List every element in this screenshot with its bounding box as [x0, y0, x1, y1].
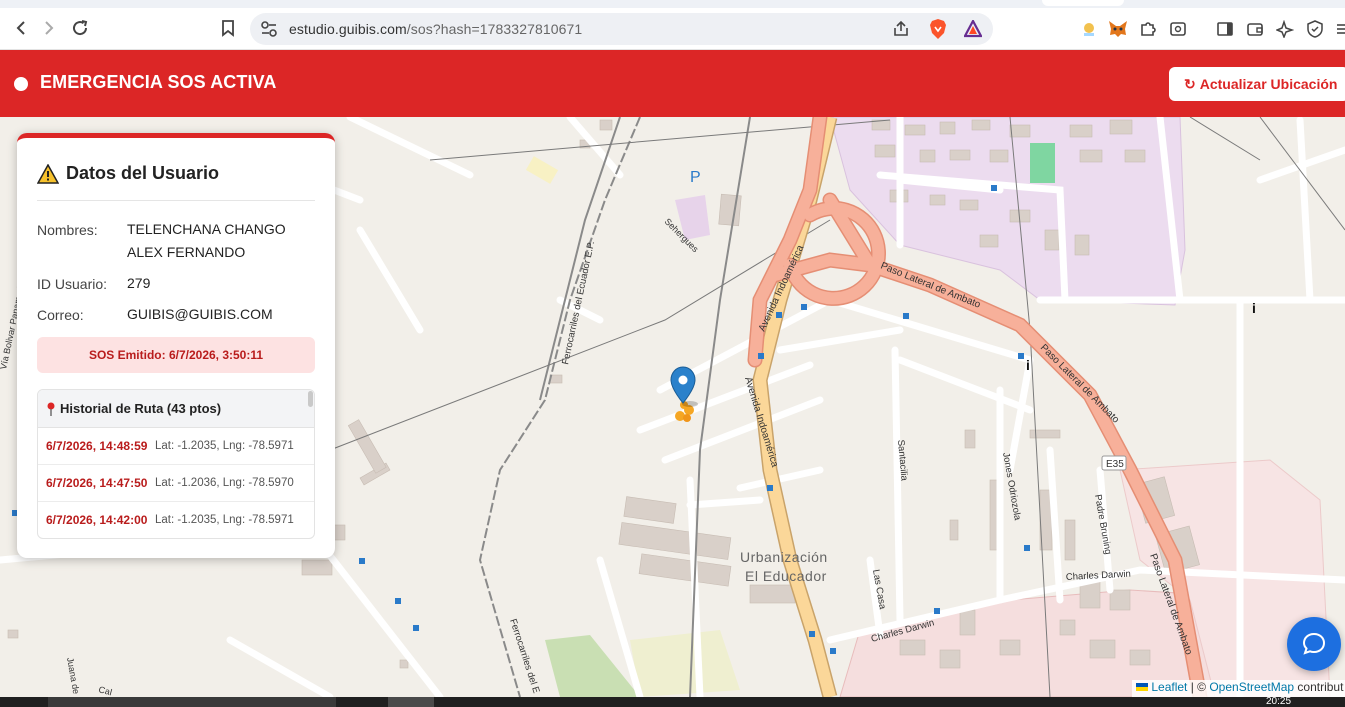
parking-label: P	[690, 169, 701, 186]
chat-button[interactable]	[1287, 617, 1341, 671]
wallet-icon[interactable]	[1244, 18, 1266, 40]
route-history-panel[interactable]: Historial de Ruta (43 ptos) 6/7/2026, 14…	[37, 389, 315, 539]
history-coords: Lat: -1.2035, Lng: -78.5971	[155, 440, 294, 452]
urbanizacion-label: Urbanización	[740, 549, 828, 565]
paso-label-1: Paso Lateral de Ambato	[879, 261, 982, 311]
leaflet-link[interactable]: Leaflet	[1151, 680, 1187, 694]
el-educador-label: El Educador	[745, 568, 827, 584]
route-history-header: Historial de Ruta (43 ptos)	[38, 390, 314, 428]
sos-header: EMERGENCIA SOS ACTIVA ↻ Actualizar Ubica…	[0, 50, 1345, 117]
taskbar-search[interactable]	[48, 697, 336, 707]
juana-label: Juana de	[65, 657, 81, 695]
os-taskbar: 20:25	[0, 697, 1345, 707]
warning-icon	[37, 164, 59, 184]
active-tab-edge[interactable]	[1042, 0, 1124, 6]
chat-bubble-icon	[1302, 632, 1326, 655]
svg-text:i: i	[1252, 300, 1256, 316]
address-bar[interactable]: estudio.guibis.com/sos?hash=178332781067…	[250, 13, 993, 45]
forward-icon[interactable]	[37, 16, 61, 40]
user-card-title: Datos del Usuario	[66, 163, 220, 183]
site-settings-icon[interactable]	[260, 20, 278, 38]
pushpin-icon	[47, 402, 55, 416]
ukraine-flag-icon	[1136, 683, 1148, 691]
e35-label: E35	[1106, 459, 1124, 470]
brave-shields-icon[interactable]	[929, 19, 947, 39]
attribution-tail: contribut	[1294, 680, 1344, 694]
sports-field	[1030, 143, 1055, 183]
share-icon[interactable]	[892, 20, 910, 38]
leo-ai-icon[interactable]	[1274, 18, 1296, 40]
history-time: 6/7/2026, 14:42:00	[46, 513, 148, 527]
route-history-title: Historial de Ruta (43 ptos)	[60, 401, 222, 416]
menu-icon[interactable]	[1330, 18, 1345, 40]
e35-shield: E35	[1101, 455, 1127, 471]
openstreetmap-link[interactable]: OpenStreetMap	[1209, 680, 1294, 694]
back-icon[interactable]	[9, 16, 33, 40]
history-row[interactable]: 6/7/2026, 14:42:00 Lat: -1.2035, Lng: -7…	[38, 502, 314, 538]
history-scrollbar[interactable]	[308, 391, 313, 407]
reading-list-icon[interactable]	[1167, 18, 1189, 40]
user-info-card: Datos del Usuario Nombres: TELENCHANA CH…	[17, 133, 335, 558]
refresh-location-label: Actualizar Ubicación	[1199, 76, 1338, 92]
url-host: estudio.guibis.com	[289, 21, 407, 37]
ferrocarriles-label-2: Ferrocarriles del E	[507, 618, 541, 695]
extensions-puzzle-icon[interactable]	[1137, 18, 1159, 40]
charles-darwin-label-1: Charles Darwin	[1066, 569, 1131, 583]
name-label: Nombres:	[37, 222, 98, 238]
name-value: TELENCHANA CHANGO ALEX FERNANDO	[127, 221, 286, 260]
history-coords: Lat: -1.2036, Lng: -78.5970	[155, 477, 294, 489]
plot-area	[525, 156, 559, 184]
tab-strip	[0, 0, 1345, 8]
sos-status-dot	[14, 77, 28, 91]
attribution-separator: | ©	[1187, 680, 1210, 694]
svg-text:i: i	[1026, 357, 1030, 373]
taskbar-app[interactable]	[388, 697, 434, 707]
history-time: 6/7/2026, 14:48:59	[46, 439, 148, 453]
sos-emitted-badge: SOS Emitido: 6/7/2026, 3:50:11	[37, 337, 315, 373]
reload-icon[interactable]	[68, 16, 92, 40]
map-attribution: Leaflet | © OpenStreetMap contribut	[1132, 680, 1345, 697]
user-id-label: ID Usuario:	[37, 276, 108, 292]
sos-title: EMERGENCIA SOS ACTIVA	[40, 72, 277, 92]
metamask-icon[interactable]	[1107, 18, 1129, 40]
history-row[interactable]: 6/7/2026, 14:47:50 Lat: -1.2036, Lng: -7…	[38, 465, 314, 502]
refresh-icon: ↻	[1184, 75, 1196, 92]
park-area	[630, 630, 740, 697]
sidebar-icon[interactable]	[1214, 18, 1236, 40]
padre-bruning-label: Padre Bruning	[1092, 494, 1113, 556]
refresh-location-button[interactable]: ↻ Actualizar Ubicación	[1169, 67, 1345, 101]
cal-label: Cal	[97, 684, 113, 697]
paso-label-2: Paso Lateral de Ambato	[1038, 342, 1122, 426]
taskbar-clock: 20:25	[1266, 696, 1292, 707]
user-card-header: Datos del Usuario	[37, 163, 315, 201]
browser-toolbar: estudio.guibis.com/sos?hash=178332781067…	[0, 0, 1345, 50]
history-coords: Lat: -1.2035, Lng: -78.5971	[155, 514, 294, 526]
bookmark-icon[interactable]	[216, 16, 240, 40]
email-label: Correo:	[37, 307, 84, 323]
vpn-shield-icon[interactable]	[1304, 18, 1326, 40]
extension-1-icon[interactable]	[1078, 18, 1100, 40]
url-text[interactable]: estudio.guibis.com/sos?hash=178332781067…	[289, 21, 582, 37]
url-path: /sos?hash=1783327810671	[406, 21, 583, 37]
history-row[interactable]: 6/7/2026, 14:48:59 Lat: -1.2035, Lng: -7…	[38, 428, 314, 465]
user-id-value: 279	[127, 275, 151, 291]
email-value: GUIBIS@GUIBIS.COM	[127, 306, 273, 322]
brave-rewards-icon[interactable]	[964, 20, 982, 38]
history-time: 6/7/2026, 14:47:50	[46, 476, 148, 490]
